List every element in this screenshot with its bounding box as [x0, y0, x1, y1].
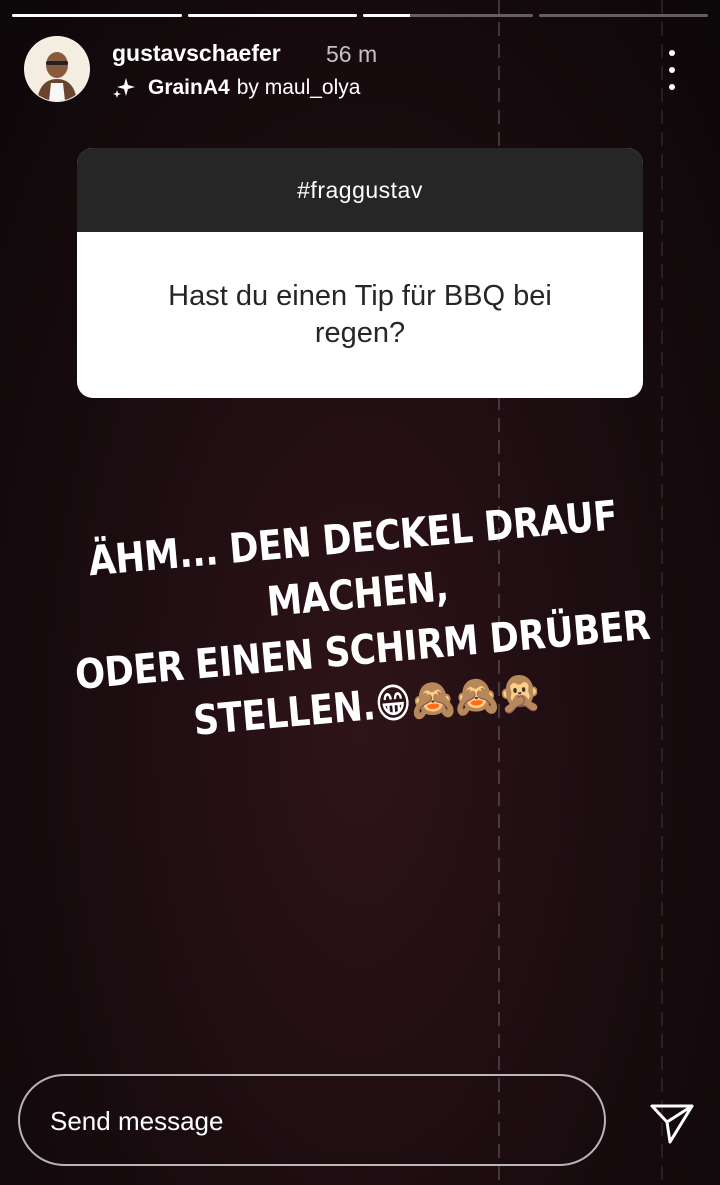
progress-segment	[363, 14, 533, 17]
story-progress-bar	[12, 14, 708, 17]
avatar-person-icon	[25, 37, 89, 101]
send-icon[interactable]	[648, 1098, 696, 1146]
question-sticker[interactable]: #fraggustav Hast du einen Tip für BBQ be…	[77, 148, 643, 398]
caption-emojis: 😁🙈🙈🙊	[372, 666, 544, 729]
filter-attribution[interactable]: GrainA4 by maul_olya	[112, 76, 360, 100]
avatar[interactable]	[24, 36, 90, 102]
question-text: Hast du einen Tip für BBQ bei regen?	[168, 280, 552, 349]
username[interactable]: gustavschaefer	[112, 40, 281, 67]
post-time: 56 m	[326, 41, 378, 67]
filter-author[interactable]: by maul_olya	[237, 76, 361, 100]
caption-line: STELLEN.	[191, 681, 378, 745]
more-vertical-icon[interactable]	[662, 50, 682, 90]
progress-segment	[12, 14, 182, 17]
message-box[interactable]	[18, 1074, 606, 1166]
send-message-input[interactable]	[48, 1076, 572, 1166]
question-hashtag: #fraggustav	[77, 148, 643, 232]
progress-segment	[538, 14, 708, 17]
sparkle-icon	[113, 78, 135, 98]
filter-name[interactable]: GrainA4	[148, 76, 230, 100]
story-header: gustavschaefer 56 m GrainA4 by maul_olya	[24, 36, 696, 106]
progress-segment	[187, 14, 357, 17]
